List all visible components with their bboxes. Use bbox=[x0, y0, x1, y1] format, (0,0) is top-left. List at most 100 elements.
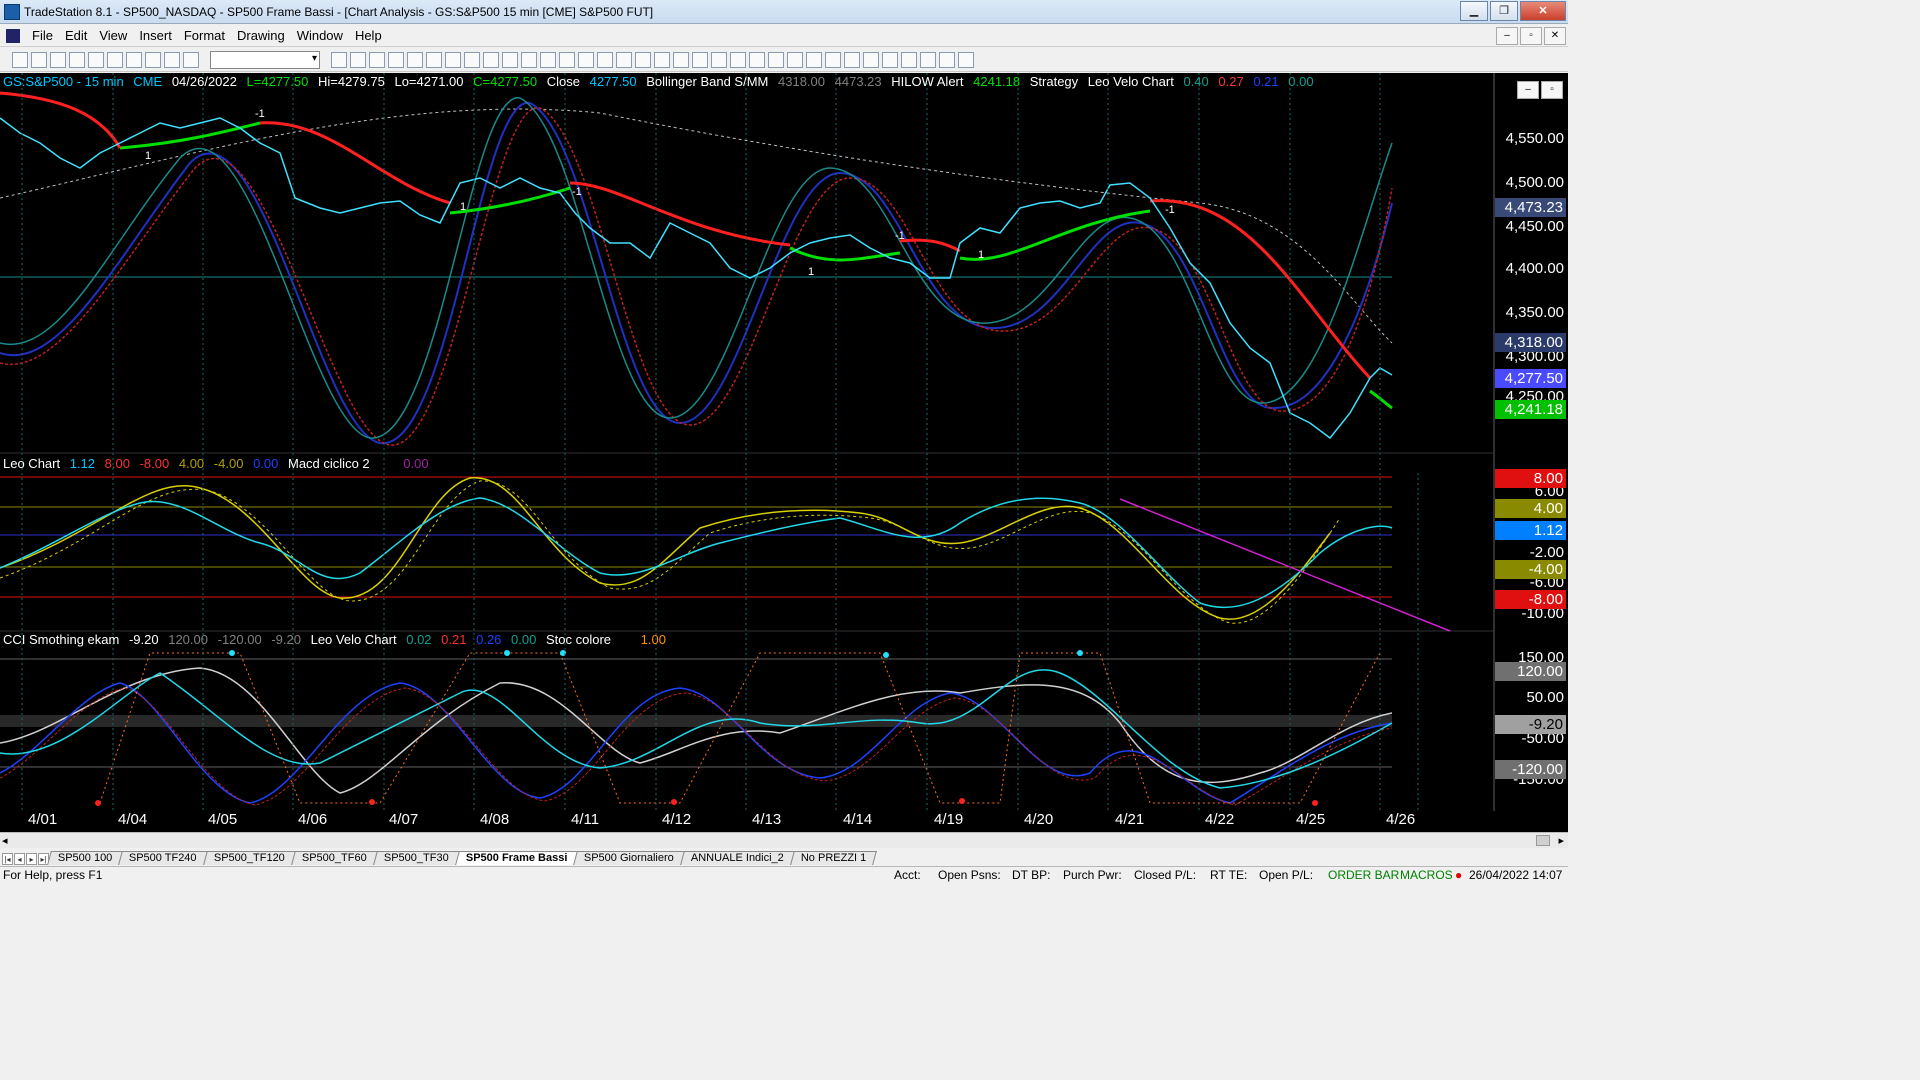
horizontal-scrollbar[interactable]: ◂ ▸ bbox=[0, 832, 1568, 848]
paste-icon[interactable] bbox=[88, 51, 104, 68]
save-icon[interactable] bbox=[50, 51, 66, 68]
chart-window-icon[interactable] bbox=[6, 28, 20, 43]
fibonacci-icon[interactable] bbox=[711, 51, 727, 68]
print-preview-icon[interactable] bbox=[126, 51, 142, 68]
date-label: 4/12 bbox=[662, 811, 692, 828]
copy-icon[interactable] bbox=[69, 51, 85, 68]
chart-icon[interactable] bbox=[145, 51, 161, 68]
menu-view[interactable]: View bbox=[93, 28, 133, 43]
open-icon[interactable] bbox=[31, 51, 47, 68]
date-label: 4/20 bbox=[1024, 811, 1054, 828]
leo-pane-header: Leo Chart 1.12 8.00 -8.00 4.00 -4.00 0.0… bbox=[3, 456, 435, 471]
arrow-down-icon[interactable] bbox=[882, 51, 898, 68]
chart-canvas[interactable]: 1 -1 1 -1 1 -1 1 -1 bbox=[0, 73, 1568, 832]
leo-value-4: 4.00 bbox=[178, 456, 205, 471]
chart-analysis-window[interactable]: 1 -1 1 -1 1 -1 1 -1 GS:S&P500 - 15 min C… bbox=[0, 73, 1568, 832]
trendline-icon[interactable] bbox=[692, 51, 708, 68]
print-icon[interactable] bbox=[107, 51, 123, 68]
gann-icon[interactable] bbox=[730, 51, 746, 68]
symbol-combo[interactable] bbox=[210, 50, 320, 69]
zoom-in-icon[interactable] bbox=[559, 51, 575, 68]
showme-icon[interactable] bbox=[445, 51, 461, 68]
radar-icon[interactable] bbox=[164, 51, 180, 68]
tools-icon[interactable] bbox=[635, 51, 651, 68]
indicator-icon[interactable] bbox=[388, 51, 404, 68]
tab-annuale-indici[interactable]: ANNUALE Indici_2 bbox=[680, 851, 795, 865]
tab-sp500-tf60[interactable]: SP500_TF60 bbox=[291, 851, 378, 865]
lookup-icon[interactable] bbox=[350, 51, 366, 68]
mdi-restore-button[interactable]: ▫ bbox=[1520, 27, 1542, 45]
restore-button[interactable]: ❐ bbox=[1490, 1, 1518, 21]
bollinger-upper-badge: 4,473.23 bbox=[1495, 198, 1566, 217]
play-icon[interactable] bbox=[331, 51, 347, 68]
scroll-right-icon[interactable]: ▸ bbox=[1558, 834, 1564, 847]
menu-window[interactable]: Window bbox=[291, 28, 349, 43]
regression-icon[interactable] bbox=[844, 51, 860, 68]
rectangle-icon[interactable] bbox=[939, 51, 955, 68]
menu-file[interactable]: File bbox=[26, 28, 59, 43]
cci-leo-value-4: 0.00 bbox=[511, 632, 537, 647]
tab-sp500-frame-bassi[interactable]: SP500 Frame Bassi bbox=[454, 851, 579, 865]
tab-sp500-giornaliero[interactable]: SP500 Giornaliero bbox=[573, 851, 686, 865]
acct-label: Acct: bbox=[894, 868, 921, 882]
tradestation-window: TradeStation 8.1 - SP500_NASDAQ - SP500 … bbox=[0, 0, 1568, 882]
scroll-thumb[interactable] bbox=[1536, 835, 1550, 846]
menu-help[interactable]: Help bbox=[349, 28, 388, 43]
tab-prev-icon[interactable]: ◂ bbox=[14, 853, 25, 865]
arrow-up-icon[interactable] bbox=[901, 51, 917, 68]
tab-sp500-tf30[interactable]: SP500_TF30 bbox=[373, 851, 460, 865]
speedline-icon[interactable] bbox=[768, 51, 784, 68]
chart-restore-button[interactable]: ▫ bbox=[1541, 81, 1563, 99]
menu-drawing[interactable]: Drawing bbox=[231, 28, 291, 43]
andrews-pitchfork-icon[interactable] bbox=[787, 51, 803, 68]
chart-minimize-button[interactable]: – bbox=[1517, 81, 1539, 99]
tab-label: SP500 100 bbox=[57, 852, 113, 864]
exchange-label: CME bbox=[133, 74, 163, 89]
macros-button[interactable]: MACROS bbox=[1400, 868, 1453, 882]
candle-icon[interactable] bbox=[540, 51, 556, 68]
format-symbol-icon[interactable] bbox=[502, 51, 518, 68]
date-label: 4/19 bbox=[934, 811, 964, 828]
tab-no-prezzi[interactable]: No PREZZI 1 bbox=[790, 851, 878, 865]
scroll-left-icon[interactable]: ◂ bbox=[2, 834, 8, 847]
paintbar-icon[interactable] bbox=[426, 51, 442, 68]
tab-sp500-tf240[interactable]: SP500 TF240 bbox=[118, 851, 209, 865]
new-icon[interactable] bbox=[12, 51, 28, 68]
strategy-icon[interactable] bbox=[407, 51, 423, 68]
help-icon[interactable] bbox=[673, 51, 689, 68]
mdi-minimize-button[interactable]: – bbox=[1496, 27, 1518, 45]
close-button[interactable]: ✕ bbox=[1520, 1, 1566, 21]
title-bar: TradeStation 8.1 - SP500_NASDAQ - SP500 … bbox=[0, 0, 1568, 24]
minimize-button[interactable]: ▁ bbox=[1460, 1, 1488, 21]
mdi-close-button[interactable]: ✕ bbox=[1544, 27, 1566, 45]
date-label: 4/06 bbox=[298, 811, 328, 828]
zoom-out-icon[interactable] bbox=[578, 51, 594, 68]
menu-insert[interactable]: Insert bbox=[133, 28, 178, 43]
tab-sp500-tf120[interactable]: SP500_TF120 bbox=[203, 851, 296, 865]
tab-next-icon[interactable]: ▸ bbox=[26, 853, 37, 865]
vertical-line-icon[interactable] bbox=[806, 51, 822, 68]
leo-value-3: -8.00 bbox=[139, 456, 170, 471]
channel-icon[interactable] bbox=[749, 51, 765, 68]
menu-format[interactable]: Format bbox=[178, 28, 231, 43]
horizontal-line-icon[interactable] bbox=[825, 51, 841, 68]
macro-icon[interactable] bbox=[654, 51, 670, 68]
pointer-icon[interactable] bbox=[597, 51, 613, 68]
cci-pane-header: CCI Smothing ekam -9.20 120.00 -120.00 -… bbox=[3, 632, 672, 647]
tab-first-icon[interactable]: |◂ bbox=[2, 853, 13, 865]
tab-sp500-100[interactable]: SP500 100 bbox=[47, 851, 124, 865]
workspace-tabs: |◂ ◂ ▸ ▸| SP500 100 SP500 TF240 SP500_TF… bbox=[0, 849, 1568, 865]
date-label: 4/11 bbox=[571, 811, 600, 828]
probability-icon[interactable] bbox=[464, 51, 480, 68]
text-icon[interactable] bbox=[958, 51, 974, 68]
menu-edit[interactable]: Edit bbox=[59, 28, 93, 43]
insert-analysis-icon[interactable] bbox=[369, 51, 385, 68]
ellipse-icon[interactable] bbox=[920, 51, 936, 68]
bar-chart-icon[interactable] bbox=[521, 51, 537, 68]
svg-text:-1: -1 bbox=[1165, 204, 1175, 216]
order-bar-button[interactable]: ORDER BAR bbox=[1328, 868, 1399, 882]
arc-icon[interactable] bbox=[863, 51, 879, 68]
crosshair-icon[interactable] bbox=[616, 51, 632, 68]
matrix-icon[interactable] bbox=[183, 51, 199, 68]
activity-bar-icon[interactable] bbox=[483, 51, 499, 68]
